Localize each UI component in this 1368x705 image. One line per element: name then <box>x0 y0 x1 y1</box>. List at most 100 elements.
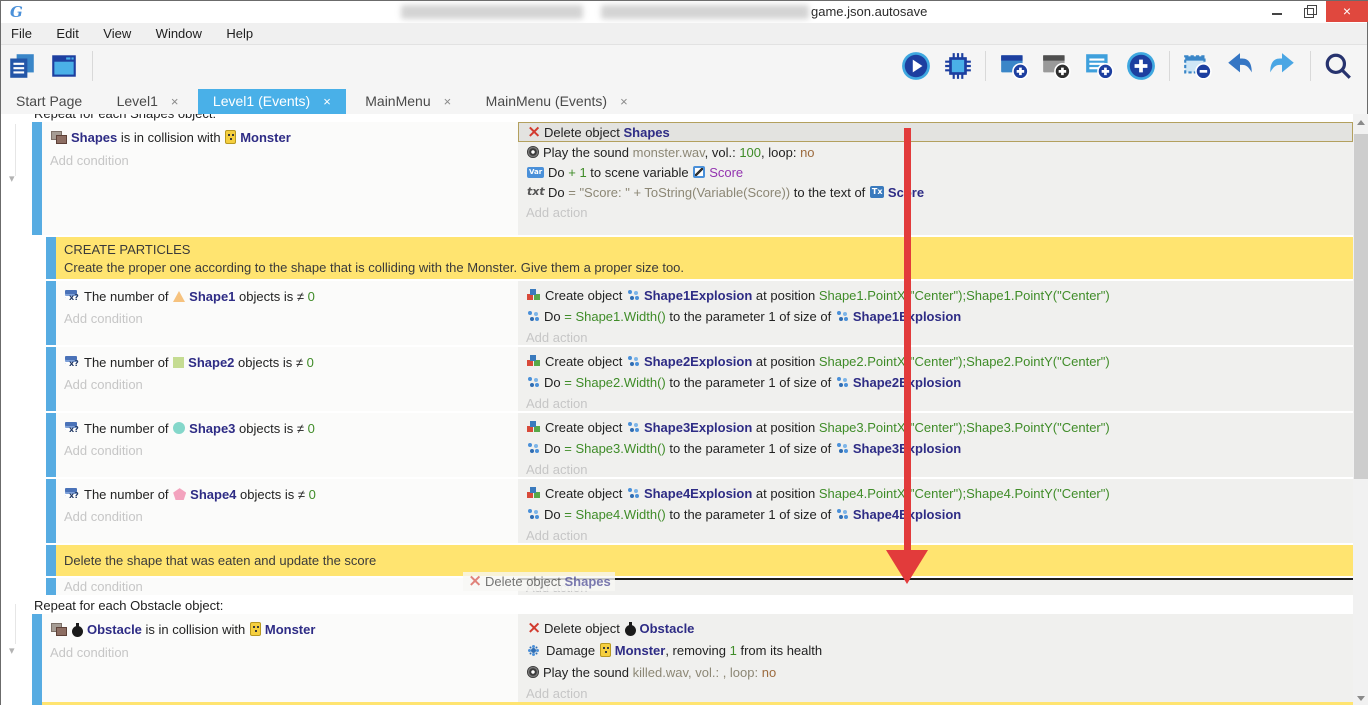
particles-icon <box>836 376 849 388</box>
add-action-link[interactable]: Add action <box>526 461 587 479</box>
scene-editor-icon[interactable] <box>49 51 79 81</box>
action-play-sound[interactable]: Play the sound monster.wav, vol.: 100, l… <box>526 143 815 162</box>
clipped-event-header: Repeat for each Shapes object: <box>1 114 521 121</box>
remove-instance-icon[interactable] <box>1182 51 1212 81</box>
collapse-arrow-icon[interactable]: ▾ <box>9 644 15 657</box>
undo-icon[interactable] <box>1225 51 1255 81</box>
menu-file[interactable]: File <box>1 23 42 45</box>
vertical-scrollbar[interactable] <box>1353 114 1368 705</box>
selected-action-row[interactable]: Delete object Shapes <box>518 122 1353 142</box>
scroll-up-arrow-icon[interactable] <box>1353 114 1368 130</box>
action-set-text[interactable]: Do = "Score: " + ToString(Variable(Score… <box>526 183 924 202</box>
collapse-arrow-icon[interactable]: ▾ <box>9 172 15 185</box>
add-action-link[interactable]: Add action <box>526 527 587 545</box>
event-indent-bar <box>32 614 42 705</box>
add-action-link[interactable]: Add action <box>526 204 587 222</box>
action-create-shape3explosion[interactable]: Create object Shape3Explosion at positio… <box>526 418 1110 437</box>
add-condition-link[interactable]: Add condition <box>64 442 143 460</box>
events-sheet: Repeat for each Shapes object: ▾ ▾ Shape… <box>1 114 1353 705</box>
add-action-link[interactable]: Add action <box>526 685 587 703</box>
shape1-actions: Create object Shape1Explosion at positio… <box>518 281 1353 345</box>
action-delete-obstacle[interactable]: Delete object Obstacle <box>526 619 694 638</box>
add-external-layout-icon[interactable] <box>1041 51 1071 81</box>
scrollbar-thumb[interactable] <box>1354 134 1368 479</box>
drop-row-actions: Add action <box>518 578 1353 595</box>
add-scene-icon[interactable] <box>999 51 1029 81</box>
add-condition-link[interactable]: Add condition <box>64 578 143 596</box>
condition-count-shape2[interactable]: The number of Shape2 objects is ≠ 0 <box>64 353 314 372</box>
scroll-down-arrow-icon[interactable] <box>1353 690 1368 705</box>
project-manager-icon[interactable] <box>7 51 37 81</box>
tab-close-icon[interactable]: × <box>323 89 331 114</box>
add-condition-link[interactable]: Add condition <box>64 376 143 394</box>
particles-icon <box>836 310 849 322</box>
action-damage-monster[interactable]: Damage Monster, removing 1 from its heal… <box>526 641 822 660</box>
debug-icon[interactable] <box>943 51 973 81</box>
condition-count-shape3[interactable]: The number of Shape3 objects is ≠ 0 <box>64 419 315 438</box>
minimize-button[interactable] <box>1263 1 1291 22</box>
particles-icon <box>836 508 849 520</box>
action-delete-shapes[interactable]: Delete object Shapes <box>526 123 670 142</box>
damage-icon <box>527 644 540 657</box>
add-condition-link[interactable]: Add condition <box>64 310 143 328</box>
drag-ghost-delete-shapes[interactable]: Delete object Shapes <box>463 572 615 591</box>
action-resize-shape2explosion[interactable]: Do = Shape2.Width() to the parameter 1 o… <box>526 373 961 392</box>
action-create-shape2explosion[interactable]: Create object Shape2Explosion at positio… <box>526 352 1110 371</box>
toolbar-separator <box>92 51 93 81</box>
tab-close-icon[interactable]: × <box>620 89 628 114</box>
tab-level1[interactable]: Level1× <box>102 89 194 114</box>
menu-edit[interactable]: Edit <box>46 23 88 45</box>
subevent-indent-bar <box>46 413 56 477</box>
menu-view[interactable]: View <box>93 23 141 45</box>
particles-icon <box>527 376 540 388</box>
event2-header[interactable]: Repeat for each Obstacle object: <box>34 598 223 613</box>
create-icon <box>527 355 541 367</box>
toolbar-separator <box>985 51 986 81</box>
event1-actions: Delete object Shapes Play the sound mons… <box>518 122 1353 235</box>
tab-close-icon[interactable]: × <box>444 89 452 114</box>
tab-close-icon[interactable]: × <box>171 89 179 114</box>
particles-icon <box>627 487 640 499</box>
shape4-conditions: The number of Shape4 objects is ≠ 0 Add … <box>56 479 518 543</box>
add-action-link[interactable]: Add action <box>526 329 587 347</box>
tree-line <box>15 604 16 644</box>
menu-help[interactable]: Help <box>216 23 263 45</box>
action-resize-shape4explosion[interactable]: Do = Shape4.Width() to the parameter 1 o… <box>526 505 961 524</box>
condition-count-shape1[interactable]: The number of Shape1 objects is ≠ 0 <box>64 287 315 306</box>
add-external-events-icon[interactable] <box>1084 51 1114 81</box>
pentagon-icon <box>173 488 186 500</box>
action-create-shape1explosion[interactable]: Create object Shape1Explosion at positio… <box>526 286 1110 305</box>
add-action-link[interactable]: Add action <box>526 395 587 413</box>
restore-button[interactable] <box>1294 1 1323 22</box>
search-icon[interactable] <box>1323 51 1353 81</box>
action-scene-variable[interactable]: Do + 1 to scene variable Score <box>526 163 743 182</box>
action-play-sound-killed[interactable]: Play the sound killed.wav, vol.: , loop:… <box>526 663 776 682</box>
scene-variable-icon <box>693 166 705 178</box>
action-resize-shape1explosion[interactable]: Do = Shape1.Width() to the parameter 1 o… <box>526 307 961 326</box>
menu-bar: File Edit View Window Help <box>1 23 1367 45</box>
count-icon <box>65 422 80 435</box>
comment-create-particles[interactable]: CREATE PARTICLES Create the proper one a… <box>56 237 1353 279</box>
play-icon[interactable] <box>901 51 931 81</box>
action-create-shape4explosion[interactable]: Create object Shape4Explosion at positio… <box>526 484 1110 503</box>
redo-icon[interactable] <box>1267 51 1297 81</box>
action-resize-shape3explosion[interactable]: Do = Shape3.Width() to the parameter 1 o… <box>526 439 961 458</box>
particles-icon <box>627 355 640 367</box>
tab-level1-events[interactable]: Level1 (Events)× <box>198 89 346 114</box>
delete-icon <box>527 125 540 140</box>
add-condition-link[interactable]: Add condition <box>50 152 129 170</box>
condition-count-shape4[interactable]: The number of Shape4 objects is ≠ 0 <box>64 485 316 504</box>
condition-obstacle-collision[interactable]: Obstacle is in collision with Monster <box>50 620 315 639</box>
condition-shapes-collision[interactable]: Shapes is in collision with Monster <box>50 128 291 147</box>
particles-icon <box>527 508 540 520</box>
tab-mainmenu[interactable]: MainMenu× <box>350 89 466 114</box>
comment-delete-shape[interactable]: Delete the shape that was eaten and upda… <box>56 545 1353 576</box>
shape1-conditions: The number of Shape1 objects is ≠ 0 Add … <box>56 281 518 345</box>
close-button[interactable]: × <box>1326 1 1368 22</box>
add-object-icon[interactable] <box>1126 51 1156 81</box>
add-condition-link[interactable]: Add condition <box>50 644 129 662</box>
tab-mainmenu-events[interactable]: MainMenu (Events)× <box>471 89 643 114</box>
menu-window[interactable]: Window <box>146 23 212 45</box>
add-condition-link[interactable]: Add condition <box>64 508 143 526</box>
tab-start-page[interactable]: Start Page <box>1 89 97 114</box>
